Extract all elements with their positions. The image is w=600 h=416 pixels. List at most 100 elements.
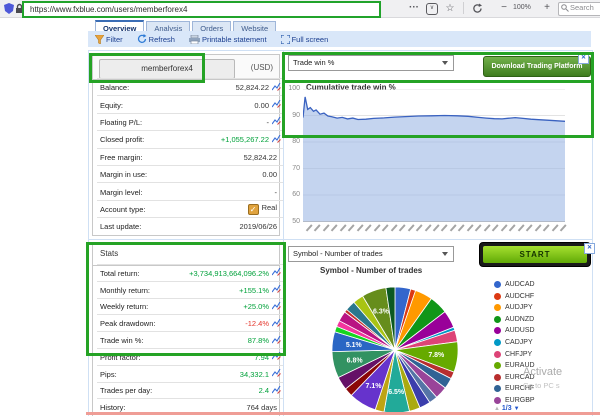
row-label: Peak drawdown: bbox=[97, 319, 155, 328]
sparkline-icon[interactable] bbox=[272, 285, 281, 293]
table-row: Trades per day:2.4 bbox=[97, 382, 283, 400]
sparkline-icon[interactable] bbox=[272, 352, 281, 360]
legend-label: AUDJPY bbox=[505, 304, 533, 311]
activate-watermark-line1: Activate bbox=[523, 366, 562, 378]
legend-item-audcad[interactable]: AUDCAD bbox=[494, 281, 535, 288]
zoom-out-button[interactable]: − bbox=[497, 0, 511, 16]
legend-color-dot bbox=[494, 362, 501, 369]
row-label: Margin level: bbox=[97, 188, 143, 197]
chrome-divider bbox=[463, 2, 464, 14]
legend-color-dot bbox=[494, 351, 501, 358]
start-ad[interactable]: START bbox=[479, 242, 591, 267]
pocket-icon[interactable]: ∨ bbox=[426, 3, 438, 15]
filter-button[interactable]: Filter bbox=[95, 35, 123, 44]
account-name-selector[interactable]: memberforex4 bbox=[99, 59, 235, 79]
sparkline-icon[interactable] bbox=[272, 336, 281, 344]
chevron-down-icon bbox=[442, 252, 448, 256]
symbol-dropdown[interactable]: Symbol - Number of trades bbox=[288, 246, 454, 262]
trade-win-dropdown-value: Trade win % bbox=[293, 58, 334, 67]
row-label: History: bbox=[97, 403, 125, 412]
funnel-icon bbox=[95, 35, 104, 44]
table-row: Balance:52,824.22 bbox=[97, 78, 283, 96]
row-value: -12.4% bbox=[155, 319, 269, 328]
row-value: 764 days bbox=[125, 403, 277, 412]
y-axis-tick: 80 bbox=[284, 138, 300, 145]
y-axis-tick: 60 bbox=[284, 191, 300, 198]
row-value: 2019/06/26 bbox=[141, 222, 277, 231]
ad-close-icon[interactable]: ✕ bbox=[584, 243, 595, 254]
row-label: Equity: bbox=[97, 101, 123, 110]
full-screen-label: Full screen bbox=[292, 35, 329, 44]
table-row: Closed profit:+1,055,267.22 bbox=[97, 130, 283, 148]
start-ad-button[interactable]: START bbox=[483, 246, 587, 263]
y-axis-tick: 70 bbox=[284, 165, 300, 172]
table-row: Margin in use:0.00 bbox=[97, 165, 283, 183]
sparkline-icon[interactable] bbox=[272, 369, 281, 377]
row-label: Closed profit: bbox=[97, 135, 144, 144]
printable-statement-label: Printable statement bbox=[202, 35, 267, 44]
legend-label: CADJPY bbox=[505, 339, 533, 346]
url-bar[interactable]: https://www.fxblue.com/users/memberforex… bbox=[22, 1, 381, 18]
ad-close-icon[interactable]: ✕ bbox=[578, 53, 589, 64]
legend-label: AUDNZD bbox=[505, 316, 534, 323]
account-table: Balance:52,824.22Equity:0.00 Floating P/L… bbox=[92, 78, 280, 236]
sparkline-icon[interactable] bbox=[272, 319, 281, 327]
legend-item-audjpy[interactable]: AUDJPY bbox=[494, 304, 533, 311]
sparkline-icon[interactable] bbox=[272, 302, 281, 310]
legend-color-dot bbox=[494, 327, 501, 334]
table-row: Equity:0.00 bbox=[97, 95, 283, 113]
legend-item-eurgbp[interactable]: EURGBP bbox=[494, 397, 535, 404]
zoom-in-button[interactable]: + bbox=[540, 0, 554, 16]
legend-color-dot bbox=[494, 385, 501, 392]
full-screen-button[interactable]: Full screen bbox=[281, 35, 329, 44]
pie-chart-title: Symbol - Number of trades bbox=[320, 266, 422, 275]
trade-win-dropdown[interactable]: Trade win % bbox=[288, 55, 454, 71]
account-currency: (USD) bbox=[251, 59, 273, 77]
table-row: Profit factor:7.94 bbox=[97, 348, 283, 366]
row-value: 87.8% bbox=[144, 336, 270, 345]
overflow-menu-icon[interactable]: ··· bbox=[406, 0, 422, 16]
sparkline-icon[interactable] bbox=[272, 83, 281, 91]
legend-label: AUDCHF bbox=[505, 293, 534, 300]
legend-item-chfjpy[interactable]: CHFJPY bbox=[494, 351, 532, 358]
legend-label: AUDUSD bbox=[505, 327, 535, 334]
zoom-level[interactable]: 100% bbox=[513, 4, 531, 11]
reload-icon[interactable] bbox=[472, 3, 483, 14]
search-icon bbox=[561, 4, 569, 12]
download-trading-platform-ad[interactable]: Download Trading Platform bbox=[483, 56, 591, 77]
account-header: memberforex4 (USD) bbox=[92, 54, 280, 80]
legend-color-dot bbox=[494, 293, 501, 300]
row-label: Free margin: bbox=[97, 153, 143, 162]
legend-item-audchf[interactable]: AUDCHF bbox=[494, 293, 534, 300]
table-row: Margin level:- bbox=[97, 182, 283, 200]
shield-icon[interactable] bbox=[4, 3, 14, 14]
legend-item-audnzd[interactable]: AUDNZD bbox=[494, 316, 534, 323]
table-row: Trade win %:87.8% bbox=[97, 331, 283, 349]
legend-page-indicator: 1/3 bbox=[502, 405, 512, 412]
row-label: Account type: bbox=[97, 205, 145, 214]
sparkline-icon[interactable] bbox=[272, 386, 281, 394]
activate-watermark-line2: Go to PC s bbox=[523, 381, 560, 390]
refresh-button[interactable]: Refresh bbox=[137, 34, 175, 44]
sparkline-icon[interactable] bbox=[272, 100, 281, 108]
sparkline-icon[interactable] bbox=[272, 117, 281, 125]
row-value: ✓Real bbox=[145, 203, 277, 215]
row-value: +1,055,267.22 bbox=[144, 135, 269, 144]
sparkline-icon[interactable] bbox=[272, 268, 281, 276]
legend-color-dot bbox=[494, 397, 501, 404]
tab-bar: OverviewAnalysisOrdersWebsite bbox=[95, 18, 278, 31]
printable-statement-button[interactable]: Printable statement bbox=[189, 35, 267, 44]
bookmark-star-icon[interactable]: ☆ bbox=[443, 1, 457, 17]
row-label: Profit factor: bbox=[97, 353, 140, 362]
sparkline-icon[interactable] bbox=[272, 135, 281, 143]
row-label: Floating P/L: bbox=[97, 118, 142, 127]
printer-icon bbox=[189, 35, 200, 44]
legend-item-cadjpy[interactable]: CADJPY bbox=[494, 339, 533, 346]
table-row: Free margin:52,824.22 bbox=[97, 148, 283, 166]
row-label: Margin in use: bbox=[97, 170, 147, 179]
row-value: +3,734,913,664,096.2% bbox=[140, 269, 269, 278]
legend-item-audusd[interactable]: AUDUSD bbox=[494, 327, 535, 334]
checkbox-checked-icon[interactable]: ✓ bbox=[248, 204, 259, 215]
row-label: Total return: bbox=[97, 269, 140, 278]
y-axis-tick: 90 bbox=[284, 112, 300, 119]
